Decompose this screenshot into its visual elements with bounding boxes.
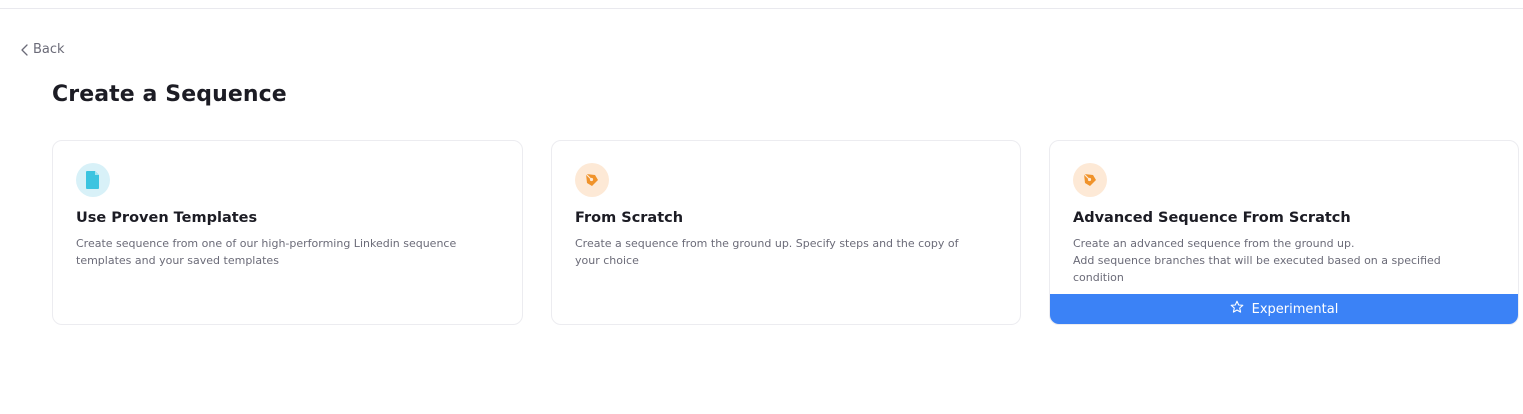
back-link[interactable]: Back (20, 42, 65, 57)
card-description-line: your choice (575, 254, 639, 267)
card-description-line: Add sequence branches that will be execu… (1073, 254, 1441, 267)
top-bar (0, 0, 1523, 9)
card-description-line: Create sequence from one of our high-per… (76, 237, 457, 250)
use-proven-templates-card[interactable]: Use Proven Templates Create sequence fro… (52, 140, 523, 325)
document-icon (76, 163, 110, 197)
experimental-label: Experimental (1251, 301, 1339, 317)
card-description-line: templates and your saved templates (76, 254, 279, 267)
chevron-left-icon (20, 43, 29, 56)
pen-nib-icon (1073, 163, 1107, 197)
card-description: Create sequence from one of our high-per… (76, 235, 486, 269)
card-title: Use Proven Templates (76, 210, 258, 226)
card-description-line: condition (1073, 271, 1124, 284)
experimental-badge: Experimental (1050, 294, 1518, 324)
from-scratch-card[interactable]: From Scratch Create a sequence from the … (551, 140, 1021, 325)
back-label: Back (33, 42, 65, 57)
star-icon (1230, 300, 1244, 318)
page-title: Create a Sequence (52, 82, 287, 107)
advanced-sequence-card[interactable]: Advanced Sequence From Scratch Create an… (1049, 140, 1519, 325)
pen-nib-icon (575, 163, 609, 197)
card-description: Create an advanced sequence from the gro… (1073, 235, 1483, 286)
card-description: Create a sequence from the ground up. Sp… (575, 235, 985, 269)
card-title: From Scratch (575, 210, 684, 226)
card-description-line: Create a sequence from the ground up. Sp… (575, 237, 959, 250)
card-title: Advanced Sequence From Scratch (1073, 210, 1351, 226)
card-description-line: Create an advanced sequence from the gro… (1073, 237, 1355, 250)
